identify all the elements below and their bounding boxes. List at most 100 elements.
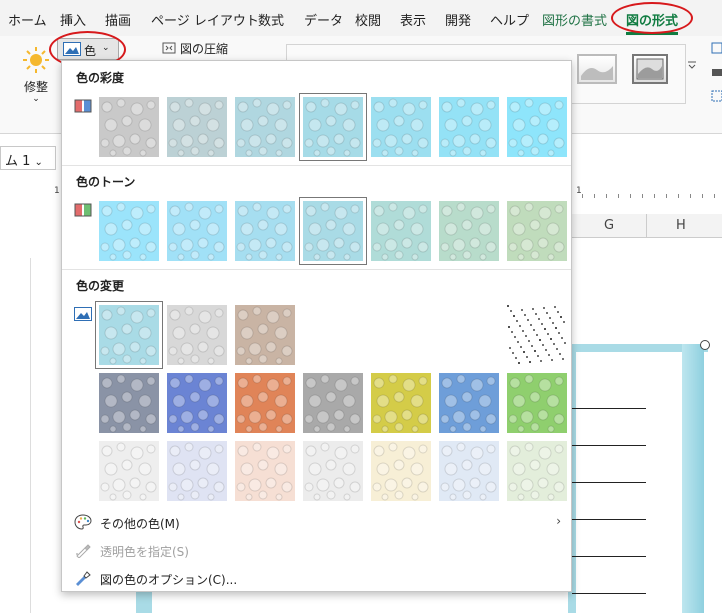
recolor-swatch[interactable] — [167, 305, 227, 365]
tone-swatch[interactable] — [299, 197, 367, 265]
saturation-swatch[interactable] — [371, 97, 431, 157]
picture-style-thumb[interactable] — [632, 54, 668, 84]
picture-border-glyph — [711, 42, 722, 54]
recolor-swatch[interactable] — [99, 373, 159, 433]
column-separator[interactable] — [646, 214, 647, 238]
tab-home[interactable]: ホーム — [8, 10, 47, 29]
tone-swatch[interactable] — [235, 201, 295, 261]
tab-data[interactable]: データ — [304, 10, 343, 29]
recolor-swatch[interactable] — [439, 373, 499, 433]
tab-developer[interactable]: 開発 — [445, 10, 471, 29]
column-header-h[interactable]: H — [676, 218, 686, 233]
recolor-swatch[interactable] — [99, 441, 159, 501]
recolor-swatch[interactable] — [167, 441, 227, 501]
recolor-swatch[interactable] — [167, 373, 227, 433]
ruler-number: 1 — [54, 186, 60, 196]
column-header-g[interactable]: G — [604, 218, 614, 233]
name-box-value: ム 1 — [5, 154, 31, 169]
ruled-line — [572, 408, 646, 409]
tone-icon — [74, 203, 92, 217]
tone-swatch[interactable] — [99, 201, 159, 261]
gallery-more-button[interactable] — [684, 60, 700, 90]
more-colors-item[interactable]: その他の色(M) › — [62, 509, 571, 535]
color-dropdown-menu: 色の彩度 色のトーン 色の変更 その他の色(M) › 透明色を指定(S) 図の色… — [61, 60, 572, 592]
swatch-preview — [371, 201, 431, 261]
recolor-swatch[interactable] — [235, 305, 295, 365]
saturation-swatch[interactable] — [167, 97, 227, 157]
set-transparent-color-item[interactable]: 透明色を指定(S) — [62, 537, 571, 563]
resize-handle[interactable] — [700, 340, 710, 350]
recolor-swatch[interactable] — [439, 305, 499, 365]
saturation-swatch[interactable] — [99, 97, 159, 157]
color-options-icon — [76, 571, 91, 586]
swatch-preview — [167, 373, 227, 433]
picture-border-icon[interactable] — [711, 42, 722, 54]
ruler-tick — [678, 194, 679, 198]
tone-swatch[interactable] — [439, 201, 499, 261]
recolor-swatch[interactable] — [439, 441, 499, 501]
swatch-preview — [507, 373, 567, 433]
tone-swatch[interactable] — [371, 201, 431, 261]
compress-icon — [162, 42, 176, 54]
tone-swatch[interactable] — [167, 201, 227, 261]
tab-page-layout[interactable]: ページ レイアウト — [151, 10, 259, 29]
saturation-swatch[interactable] — [439, 97, 499, 157]
recolor-swatch[interactable] — [303, 441, 363, 501]
chevron-right-icon: › — [556, 514, 561, 528]
recolor-swatch[interactable] — [235, 441, 295, 501]
swatch-preview — [303, 373, 363, 433]
recolor-swatch[interactable] — [371, 373, 431, 433]
tab-shape-format[interactable]: 図形の書式 — [542, 10, 607, 29]
tab-draw[interactable]: 描画 — [105, 10, 131, 29]
swatch-preview — [167, 97, 227, 157]
recolor-swatch[interactable] — [303, 373, 363, 433]
swatch-preview — [371, 373, 431, 433]
picture-layout-icon[interactable] — [711, 90, 722, 102]
ruled-line — [572, 519, 646, 520]
picture-effects-icon[interactable] — [711, 66, 722, 78]
recolor-swatch[interactable] — [235, 373, 295, 433]
swatch-preview — [507, 201, 567, 261]
picture-color-options-item[interactable]: 図の色のオプション(C)... — [62, 565, 571, 591]
recolor-swatch[interactable] — [507, 373, 567, 433]
ruler-number: 1 — [576, 186, 582, 196]
picture-style-preview-icon — [581, 66, 613, 80]
tab-view[interactable]: 表示 — [400, 10, 426, 29]
swatch-preview — [439, 441, 499, 501]
chevron-down-icon: ⌄ — [34, 157, 43, 168]
corrections-label: 修整 — [23, 80, 48, 94]
column-headers: G H — [570, 214, 722, 238]
saturation-swatch[interactable] — [299, 93, 367, 161]
picture-style-thumb[interactable] — [577, 54, 617, 84]
saturation-swatch[interactable] — [507, 97, 567, 157]
tab-help[interactable]: ヘルプ — [490, 10, 529, 29]
tab-review[interactable]: 校閲 — [355, 10, 381, 29]
compress-label: 図の圧縮 — [180, 42, 229, 56]
tone-swatch[interactable] — [507, 201, 567, 261]
section-title-recolor: 色の変更 — [76, 279, 125, 293]
tab-formulas[interactable]: 数式 — [258, 10, 284, 29]
name-box[interactable]: ム 1 ⌄ — [0, 146, 56, 170]
saturation-swatch[interactable] — [235, 97, 295, 157]
picture-frame-edge[interactable] — [682, 344, 704, 613]
ruler-tick — [666, 194, 667, 198]
swatch-preview — [303, 201, 363, 261]
tab-insert[interactable]: 挿入 — [60, 10, 86, 29]
saturation-icon — [74, 99, 92, 113]
swatch-preview — [371, 97, 431, 157]
recolor-swatch[interactable] — [507, 441, 567, 501]
swatch-preview — [235, 373, 295, 433]
swatch-preview — [99, 441, 159, 501]
swatch-preview — [235, 201, 295, 261]
sun-icon — [23, 47, 49, 73]
swatch-preview — [507, 441, 567, 501]
recolor-swatch[interactable] — [507, 305, 567, 365]
recolor-swatch[interactable] — [303, 305, 363, 365]
picture-style-preview-icon — [636, 58, 664, 80]
recolor-swatch[interactable] — [371, 441, 431, 501]
swatch-preview — [439, 97, 499, 157]
swatch-preview — [235, 305, 295, 365]
compress-pictures-button[interactable]: 図の圧縮 — [162, 40, 228, 57]
recolor-swatch[interactable] — [95, 301, 163, 369]
recolor-swatch[interactable] — [371, 305, 431, 365]
